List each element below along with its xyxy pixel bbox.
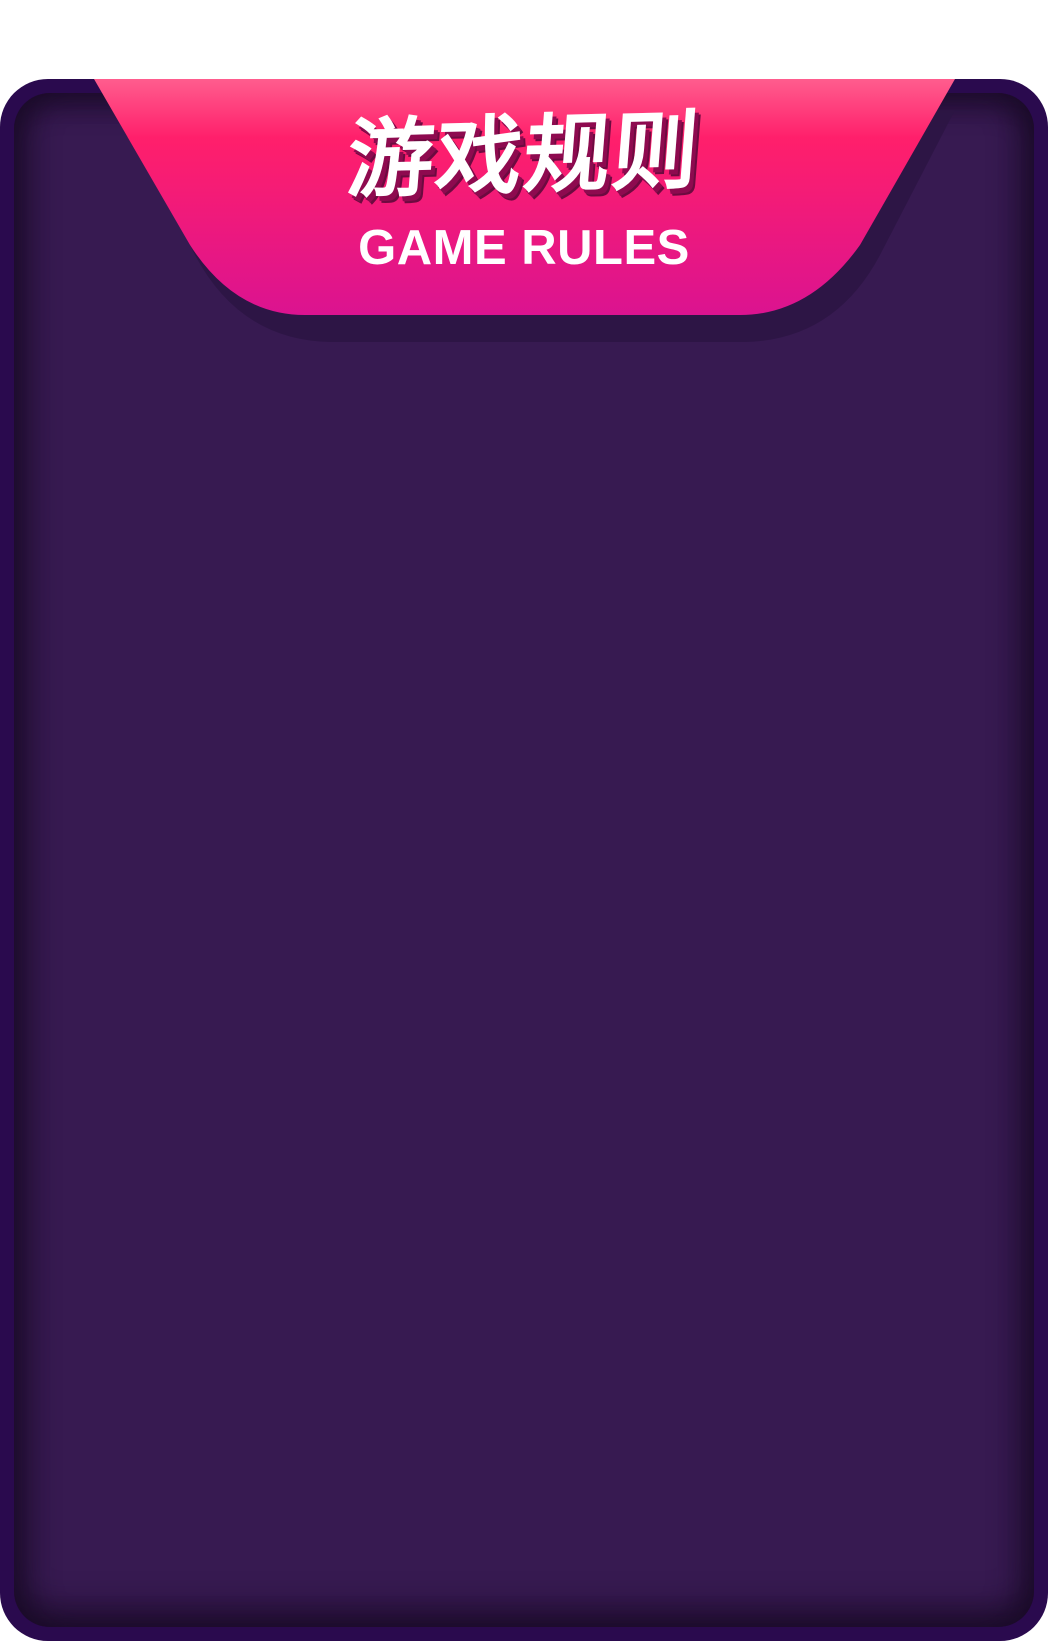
game-rules-page: 游戏规则 GAME RULES bbox=[0, 0, 1048, 1641]
title-en: GAME RULES bbox=[358, 221, 690, 275]
